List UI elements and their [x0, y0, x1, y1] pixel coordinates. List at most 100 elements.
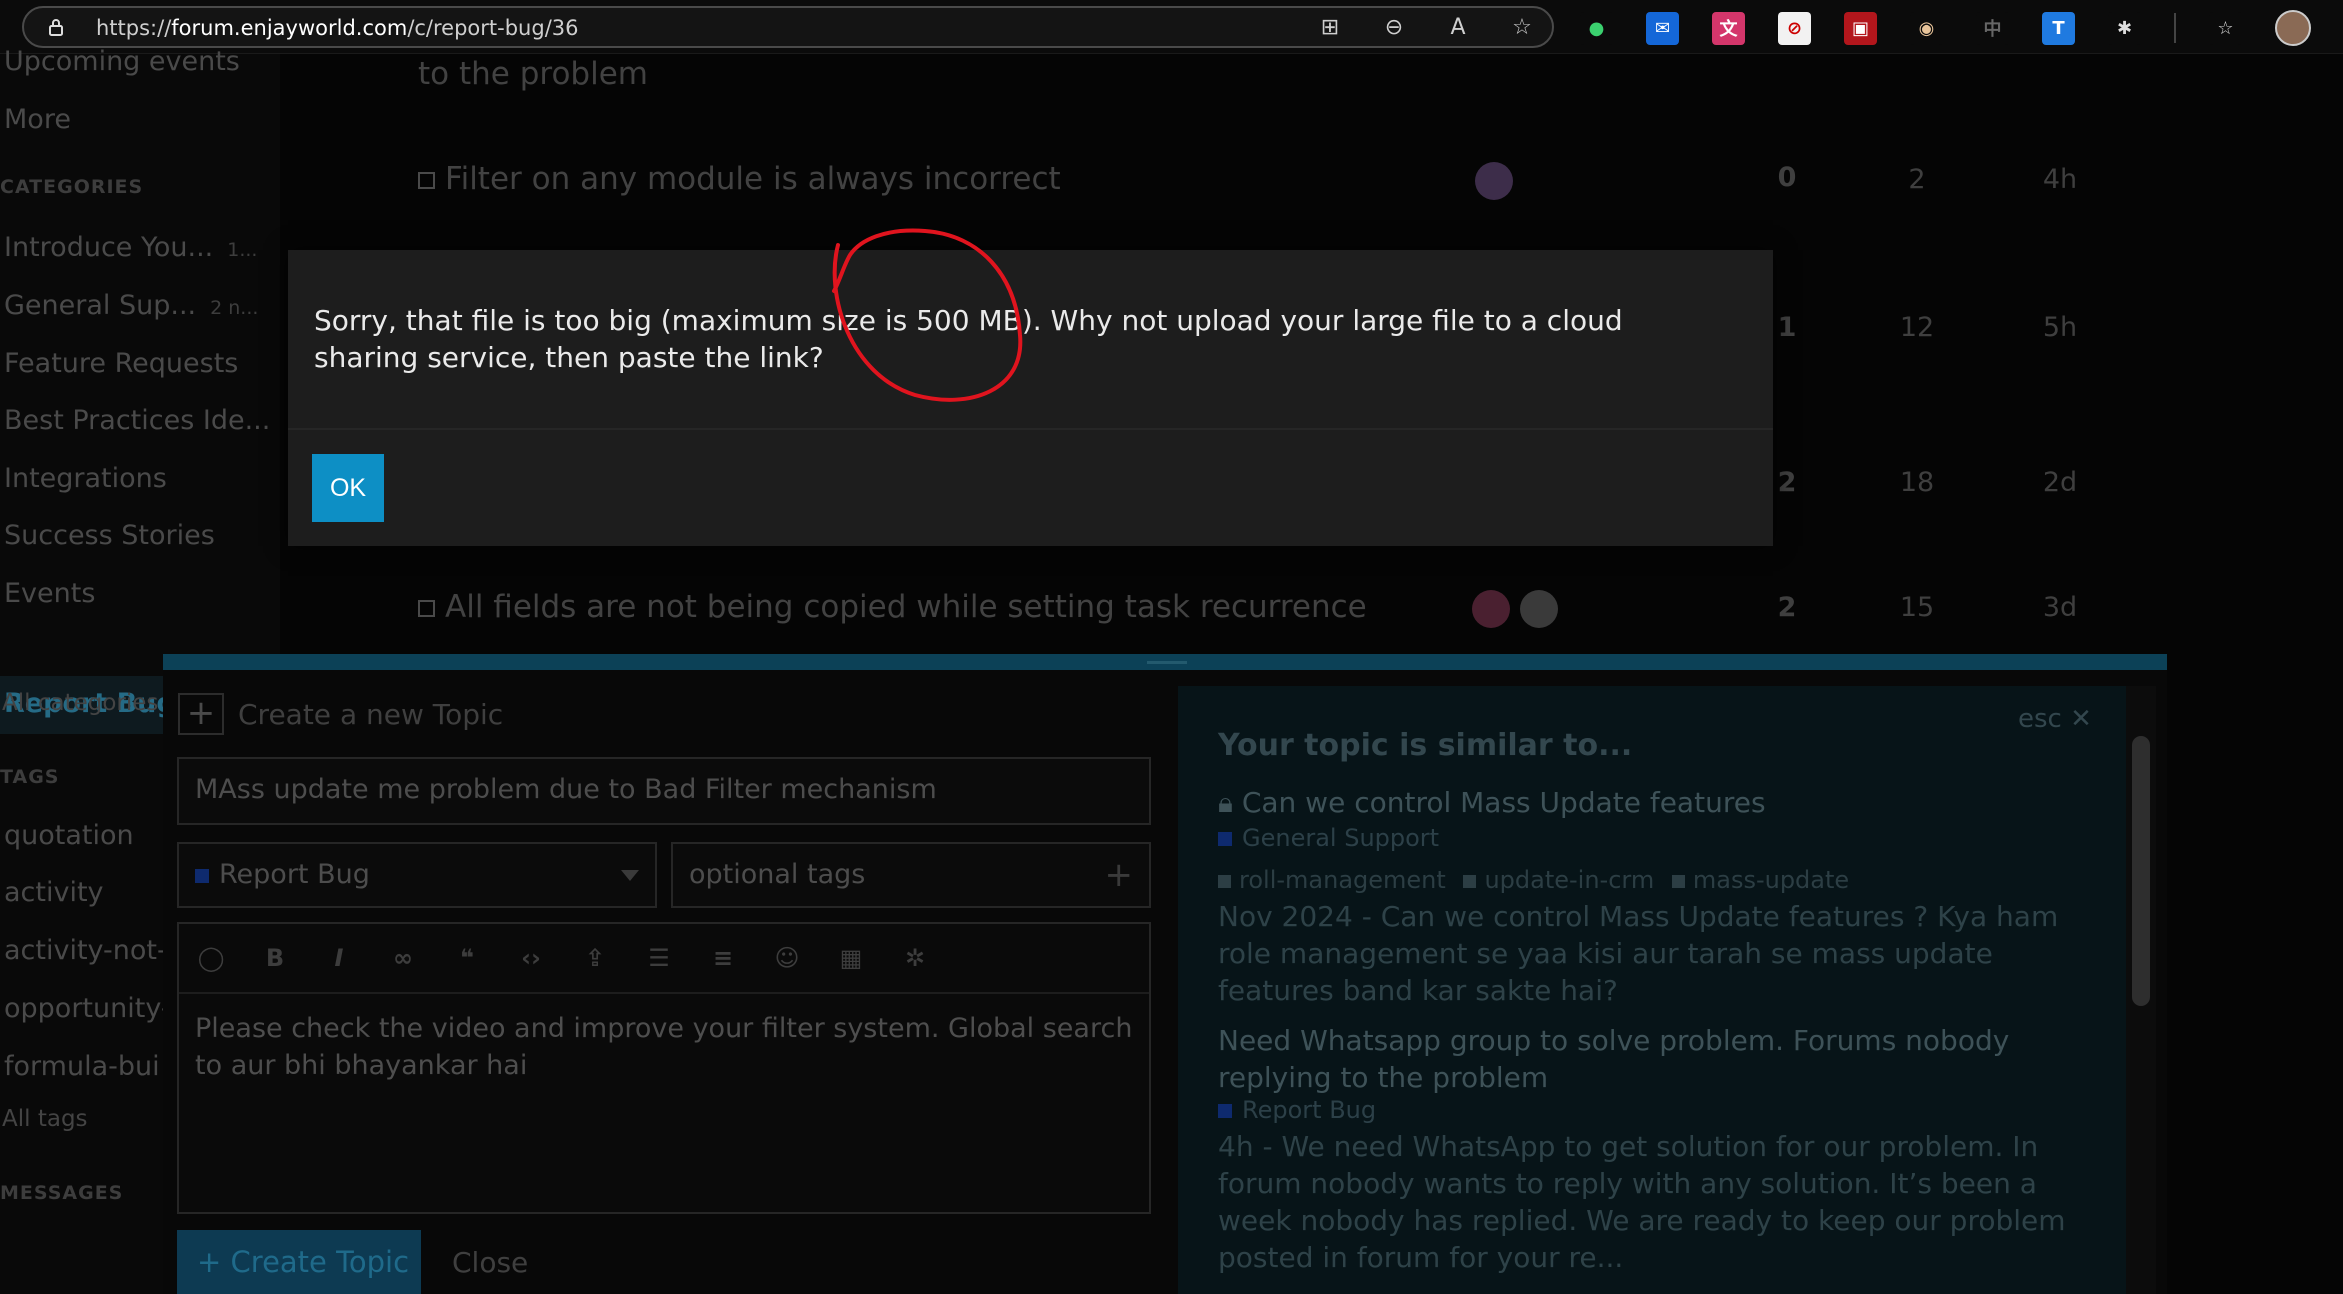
editor-toolbar: ◯ B I ∞ ❝ ‹› ⇪ ☰ ≡ ☺ ▦ ✲ [179, 924, 1149, 994]
sidebar-item-upcoming-events[interactable]: Upcoming events [4, 46, 240, 77]
tags-placeholder: optional tags [689, 859, 866, 890]
topic-activity[interactable]: 2d [2030, 467, 2090, 498]
tag-roll-management[interactable]: roll-management [1239, 866, 1446, 894]
sidebar-category-success-stories[interactable]: Success Stories [4, 520, 215, 551]
tag-mass-update[interactable]: mass-update [1693, 866, 1849, 894]
red-extension-icon[interactable]: ▣ [1844, 11, 1877, 45]
mail-extension-icon[interactable]: ✉ [1646, 11, 1679, 45]
sidebar-item-more[interactable]: More [4, 104, 71, 135]
upload-icon[interactable]: ⇪ [581, 944, 609, 972]
esc-close-button[interactable]: esc ✕ [2018, 704, 2092, 734]
extension-green-icon[interactable]: ● [1580, 11, 1613, 45]
similar-topic-link[interactable]: 🔒︎ Can we control Mass Update features [1218, 786, 1766, 820]
topic-replies: 2 [1777, 592, 1797, 623]
sidebar-category-integrations[interactable]: Integrations [4, 463, 167, 494]
plus-icon: + [178, 693, 224, 735]
category-label: Introduce You... [4, 232, 214, 263]
toolbar-separator [2174, 13, 2176, 43]
zoom-icon[interactable]: ⊖ [1382, 16, 1406, 40]
similar-scroll-thumb[interactable] [2132, 736, 2150, 1006]
red-annotation-circle [832, 228, 1023, 402]
composer-grip[interactable] [1147, 661, 1187, 664]
plus-icon[interactable]: + [1105, 844, 1134, 906]
address-bar[interactable]: https://forum.enjayworld.com/c/report-bu… [22, 6, 1554, 48]
sidebar-tag-activity[interactable]: activity [4, 877, 104, 908]
poster-avatar[interactable] [1520, 590, 1558, 628]
url-text[interactable]: https://forum.enjayworld.com/c/report-bu… [96, 16, 579, 40]
sidebar-tag-opportunity[interactable]: opportunity- [4, 993, 171, 1024]
quote-reply-icon[interactable]: ◯ [197, 944, 225, 972]
profile-avatar[interactable] [2275, 10, 2311, 46]
sidebar-all-categories[interactable]: All categories [2, 690, 158, 716]
topic-title[interactable]: to the problem [418, 56, 648, 92]
emoji-icon[interactable]: ☺ [773, 944, 801, 972]
numbered-list-icon[interactable]: ≡ [709, 944, 737, 972]
blockquote-icon[interactable]: ❝ [453, 944, 481, 972]
sidebar-category-feature-requests[interactable]: Feature Requests [4, 348, 238, 379]
blocked-extension-icon[interactable]: ⊘ [1778, 11, 1811, 45]
calendar-icon[interactable]: ▦ [837, 944, 865, 972]
poster-avatar[interactable] [1472, 590, 1510, 628]
category-color-swatch [1218, 832, 1232, 846]
category-select[interactable]: Report Bug [177, 842, 657, 908]
sidebar-tag-formula[interactable]: formula-bui [4, 1051, 160, 1082]
code-icon[interactable]: ‹› [517, 944, 545, 972]
poster-avatar[interactable] [1475, 162, 1513, 200]
tag-swatch [1463, 874, 1477, 888]
favorite-star-icon[interactable]: ☆ [1510, 16, 1534, 40]
topic-row[interactable]: All fields are not being copied while se… [418, 589, 1367, 625]
favorites-icon[interactable]: ☆ [2209, 11, 2242, 45]
topic-title-input[interactable]: MAss update me problem due to Bad Filter… [177, 757, 1151, 825]
sidebar-tag-quotation[interactable]: quotation [4, 820, 134, 851]
sidebar-tag-activity-not[interactable]: activity-not- [4, 935, 167, 966]
topic-checkbox[interactable] [418, 172, 435, 189]
plus-icon: + [197, 1245, 231, 1279]
bold-icon[interactable]: B [261, 944, 289, 972]
t-extension-icon[interactable]: T [2042, 11, 2075, 45]
sidebar-category-best-practices[interactable]: Best Practices Ide... [4, 405, 270, 436]
puzzle-extensions-icon[interactable]: ✱ [2108, 11, 2141, 45]
translate-extension-icon[interactable]: 文 [1712, 11, 1745, 45]
app-install-icon[interactable]: ⊞ [1318, 16, 1342, 40]
category-count: 2 n... [210, 297, 259, 319]
create-topic-button[interactable]: + Create Topic [177, 1230, 421, 1294]
categories-heading: CATEGORIES [0, 176, 144, 198]
gear-icon[interactable]: ✲ [901, 944, 929, 972]
editor-body-text[interactable]: Please check the video and improve your … [195, 1010, 1135, 1084]
topic-row[interactable]: Filter on any module is always incorrect [418, 161, 1061, 197]
similar-topic-tags: roll-management update-in-crm mass-updat… [1218, 866, 1849, 894]
topic-title[interactable]: All fields are not being copied while se… [445, 589, 1367, 625]
category-count: 1... [227, 239, 258, 261]
topic-activity[interactable]: 4h [2030, 164, 2090, 195]
read-aloud-icon[interactable]: A [1446, 16, 1470, 40]
topic-activity[interactable]: 5h [2030, 312, 2090, 343]
create-topic-label: Create Topic [230, 1245, 410, 1279]
topic-title[interactable]: Filter on any module is always incorrect [445, 161, 1061, 197]
italic-icon[interactable]: I [325, 944, 353, 972]
sidebar-category-general-support[interactable]: General Sup... 2 n... [4, 290, 258, 321]
similar-topic-category[interactable]: General Support [1218, 824, 1439, 852]
similar-topics-panel: Your topic is similar to... esc ✕ 🔒︎ Can… [1178, 686, 2156, 1294]
composer-editor[interactable]: ◯ B I ∞ ❝ ‹› ⇪ ☰ ≡ ☺ ▦ ✲ Please check th… [177, 922, 1151, 1214]
similar-topic-category[interactable]: Report Bug [1218, 1096, 1376, 1124]
chinese-extension-icon[interactable]: 中 [1976, 11, 2009, 45]
topic-activity[interactable]: 3d [2030, 592, 2090, 623]
sidebar-all-tags[interactable]: All tags [2, 1106, 88, 1132]
tag-update-in-crm[interactable]: update-in-crm [1484, 866, 1654, 894]
file-too-big-dialog: Sorry, that file is too big (maximum siz… [288, 250, 1773, 546]
topic-checkbox[interactable] [418, 600, 435, 617]
similar-topic-excerpt: 4h - We need WhatsApp to get solution fo… [1218, 1130, 2066, 1274]
url-scheme: https:// [96, 16, 172, 40]
bullet-list-icon[interactable]: ☰ [645, 944, 673, 972]
lock-icon [49, 19, 63, 36]
chevron-down-icon [621, 870, 639, 881]
glasses-extension-icon[interactable]: ◉ [1910, 11, 1943, 45]
tags-input[interactable]: optional tags + [671, 842, 1151, 908]
sidebar-category-events[interactable]: Events [4, 578, 95, 609]
similar-topic-link[interactable]: Need Whatsapp group to solve problem. Fo… [1218, 1022, 2098, 1096]
ok-button[interactable]: OK [312, 454, 384, 522]
sidebar-category-introduce[interactable]: Introduce You... 1... [4, 232, 257, 263]
link-icon[interactable]: ∞ [389, 944, 417, 972]
composer-header: Create a new Topic [238, 698, 504, 731]
close-composer-button[interactable]: Close [452, 1246, 528, 1279]
